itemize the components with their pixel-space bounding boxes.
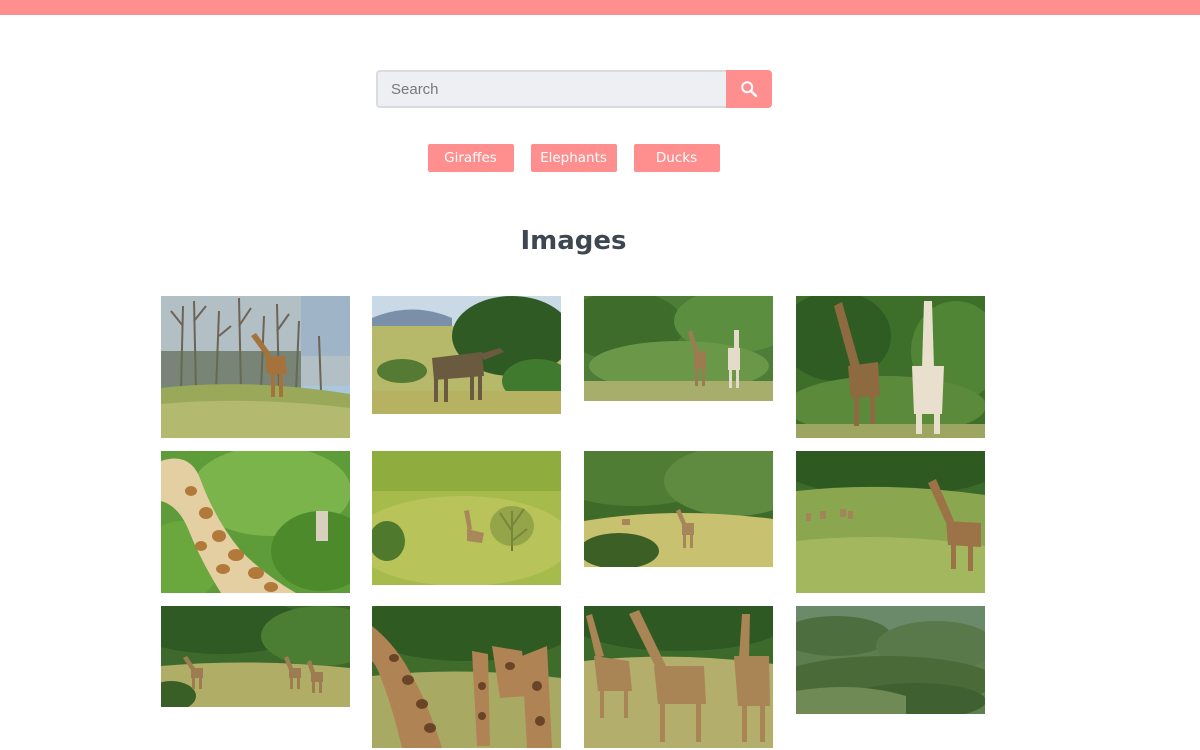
images-heading: Images bbox=[520, 226, 627, 256]
giraffe-photo bbox=[372, 296, 561, 414]
gallery-image[interactable] bbox=[161, 451, 350, 593]
gallery-image[interactable] bbox=[372, 451, 561, 585]
giraffe-photo bbox=[161, 451, 350, 593]
giraffe-photo bbox=[161, 606, 350, 707]
search-icon bbox=[741, 81, 758, 98]
top-accent-bar bbox=[0, 0, 1200, 15]
gallery-image[interactable] bbox=[796, 606, 985, 714]
gallery-image[interactable] bbox=[584, 451, 773, 567]
tag-filter-row: Giraffes Elephants Ducks bbox=[0, 144, 1147, 172]
search-bar bbox=[376, 70, 772, 108]
giraffe-photo bbox=[796, 606, 985, 714]
giraffe-photo bbox=[372, 451, 561, 585]
gallery-image[interactable] bbox=[796, 296, 985, 438]
search-input[interactable] bbox=[376, 70, 726, 108]
giraffe-photo bbox=[796, 296, 985, 438]
search-button[interactable] bbox=[726, 70, 772, 108]
giraffe-photo bbox=[584, 451, 773, 567]
giraffe-photo bbox=[161, 296, 350, 438]
gallery-image[interactable] bbox=[796, 451, 985, 593]
gallery-image[interactable] bbox=[584, 606, 773, 748]
giraffe-photo bbox=[796, 451, 985, 593]
gallery-image[interactable] bbox=[372, 296, 561, 414]
tag-ducks-button[interactable]: Ducks bbox=[633, 144, 720, 172]
giraffe-photo bbox=[584, 296, 773, 401]
tag-elephants-button[interactable]: Elephants bbox=[530, 144, 617, 172]
gallery-image[interactable] bbox=[372, 606, 561, 748]
giraffe-photo bbox=[372, 606, 561, 748]
gallery-image[interactable] bbox=[584, 296, 773, 401]
tag-giraffes-button[interactable]: Giraffes bbox=[427, 144, 514, 172]
giraffe-photo bbox=[584, 606, 773, 748]
gallery-image[interactable] bbox=[161, 606, 350, 707]
gallery-image[interactable] bbox=[161, 296, 350, 438]
